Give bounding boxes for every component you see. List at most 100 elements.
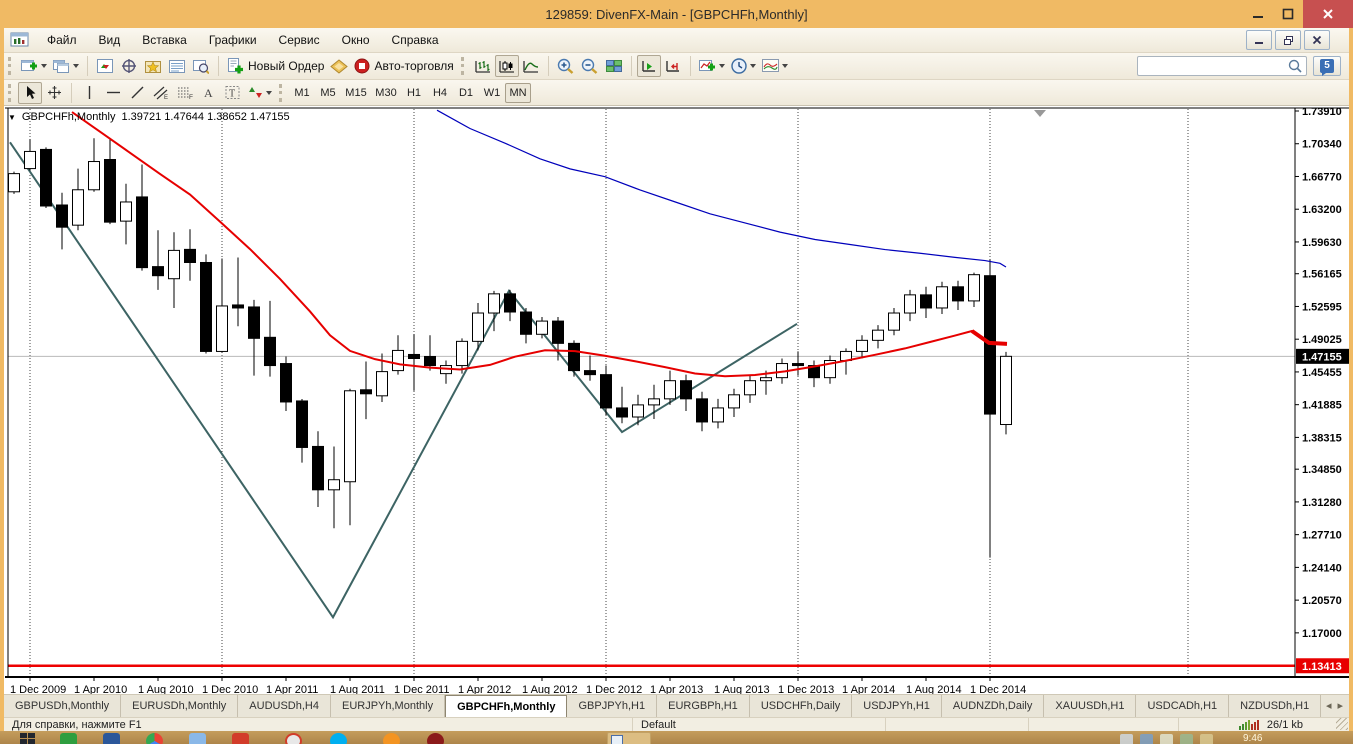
- menu-charts[interactable]: Графики: [198, 29, 268, 51]
- chevron-down-icon[interactable]: ▼: [8, 113, 16, 122]
- autotrading-button[interactable]: Авто-торговля: [351, 55, 456, 77]
- menu-tools[interactable]: Сервис: [268, 29, 331, 51]
- tab-usdcadh-h1[interactable]: USDCADh,H1: [1136, 695, 1230, 717]
- start-button[interactable]: [20, 733, 38, 744]
- taskbar-chrome-icon[interactable]: [146, 733, 163, 744]
- timeframe-h1-button[interactable]: H1: [401, 83, 427, 103]
- tab-usdjpyh-h1[interactable]: USDJPYh,H1: [852, 695, 942, 717]
- tab-gbpjpyh-h1[interactable]: GBPJPYh,H1: [567, 695, 658, 717]
- taskbar-app-icon[interactable]: [383, 733, 400, 744]
- menu-insert[interactable]: Вставка: [131, 29, 198, 51]
- market-watch-button[interactable]: [93, 55, 117, 77]
- menu-window[interactable]: Окно: [331, 29, 381, 51]
- trendline-button[interactable]: [125, 82, 149, 104]
- bar-chart-button[interactable]: [471, 55, 495, 77]
- candlestick-chart-button[interactable]: [494, 55, 519, 77]
- menu-file[interactable]: Файл: [36, 29, 88, 51]
- maximize-button[interactable]: [1273, 0, 1303, 28]
- tray-icon[interactable]: [1160, 734, 1173, 744]
- text-button[interactable]: A: [197, 82, 221, 104]
- strategy-tester-button[interactable]: [189, 55, 213, 77]
- status-connection[interactable]: 26/1 kb: [1179, 718, 1349, 731]
- tab-nzdusdh-h1[interactable]: NZDUSDh,H1: [1229, 695, 1322, 717]
- taskbar-app-icon[interactable]: [60, 733, 77, 744]
- tray-icon[interactable]: [1180, 734, 1193, 744]
- taskbar-yandex-icon[interactable]: [232, 733, 249, 744]
- community-chat-button[interactable]: 5: [1313, 56, 1341, 76]
- status-profile[interactable]: Default: [633, 718, 886, 731]
- terminal-button[interactable]: [165, 55, 189, 77]
- profiles-button[interactable]: [50, 55, 82, 77]
- tile-windows-button[interactable]: [602, 55, 626, 77]
- search-icon[interactable]: [1287, 58, 1303, 74]
- timeframe-m15-button[interactable]: M15: [341, 83, 371, 103]
- timeframe-m30-button[interactable]: M30: [371, 83, 401, 103]
- tab-gbpchfh-monthly[interactable]: GBPCHFh,Monthly: [445, 695, 568, 717]
- menu-view[interactable]: Вид: [88, 29, 132, 51]
- cursor-button[interactable]: [18, 81, 42, 104]
- menu-help[interactable]: Справка: [381, 29, 450, 51]
- tray-icon[interactable]: [1200, 734, 1213, 744]
- new-chart-button[interactable]: [18, 55, 50, 77]
- equidistant-channel-button[interactable]: E: [149, 82, 173, 104]
- tab-audnzdh-daily[interactable]: AUDNZDh,Daily: [942, 695, 1045, 717]
- price-chart[interactable]: 1.73910 1.70340 1.66770 1.63200 1.59630 1.561…: [4, 106, 1349, 694]
- tab-gbpusdh-monthly[interactable]: GBPUSDh,Monthly: [4, 695, 122, 717]
- chart-area[interactable]: 1.73910 1.70340 1.66770 1.63200 1.59630 1.561…: [4, 106, 1349, 694]
- auto-scroll-button[interactable]: [636, 55, 661, 77]
- horizontal-line-button[interactable]: [101, 82, 125, 104]
- taskbar-clock[interactable]: 9:46: [1243, 733, 1262, 744]
- tray-icon[interactable]: [1140, 734, 1153, 744]
- taskbar-browser-icon[interactable]: [285, 733, 302, 744]
- tray-icon[interactable]: [1120, 734, 1133, 744]
- toolbar-grip[interactable]: [8, 83, 13, 102]
- taskbar-skype-icon[interactable]: [330, 733, 347, 744]
- tab-usdchfh-daily[interactable]: USDCHFh,Daily: [750, 695, 853, 717]
- tab-eurusdh-monthly[interactable]: EURUSDh,Monthly: [121, 695, 239, 717]
- indicators-button[interactable]: [696, 55, 728, 77]
- mdi-restore-button[interactable]: [1275, 30, 1301, 50]
- text-label-button[interactable]: T: [221, 82, 245, 104]
- tab-eurgbph-h1[interactable]: EURGBPh,H1: [657, 695, 750, 717]
- os-taskbar[interactable]: 9:46: [0, 731, 1353, 744]
- timeframe-m1-button[interactable]: M1: [289, 83, 315, 103]
- tab-audusdh-h4[interactable]: AUDUSDh,H4: [238, 695, 331, 717]
- toolbar-grip[interactable]: [460, 57, 466, 75]
- fibonacci-button[interactable]: F: [173, 82, 197, 104]
- tab-xauusdh-h1[interactable]: XAUUSDh,H1: [1044, 695, 1137, 717]
- toolbar-grip[interactable]: [279, 83, 284, 102]
- arrows-button[interactable]: [245, 82, 275, 104]
- new-order-button[interactable]: Новый Ордер: [224, 55, 327, 77]
- title-bar[interactable]: 129859: DivenFX-Main - [GBPCHFh,Monthly]: [0, 0, 1353, 28]
- tab-eurjpyh-monthly[interactable]: EURJPYh,Monthly: [331, 695, 446, 717]
- timeframe-d1-button[interactable]: D1: [453, 83, 479, 103]
- taskbar-word-icon[interactable]: [103, 733, 120, 744]
- taskbar-mt4-button[interactable]: [607, 732, 651, 744]
- close-button[interactable]: [1303, 0, 1353, 28]
- taskbar-app-icon[interactable]: [189, 733, 206, 744]
- search-input[interactable]: [1138, 58, 1287, 74]
- tab-scroll-right-icon[interactable]: ▸: [1337, 699, 1343, 712]
- timeframe-mn-button[interactable]: MN: [505, 82, 531, 103]
- navigator-button[interactable]: [141, 55, 165, 77]
- templates-button[interactable]: [759, 55, 791, 77]
- minimize-button[interactable]: [1243, 0, 1273, 28]
- timeframe-w1-button[interactable]: W1: [479, 83, 505, 103]
- vertical-line-button[interactable]: [77, 82, 101, 104]
- data-window-button[interactable]: [117, 55, 141, 77]
- mdi-close-button[interactable]: [1304, 30, 1330, 50]
- zoom-out-button[interactable]: [578, 55, 602, 77]
- metaeditor-button[interactable]: [327, 55, 351, 77]
- periods-button[interactable]: [728, 55, 759, 77]
- tab-scroll-left-icon[interactable]: ◂: [1326, 699, 1332, 712]
- taskbar-opera-icon[interactable]: [427, 733, 444, 744]
- zoom-in-button[interactable]: [554, 55, 578, 77]
- chart-shift-button[interactable]: [661, 55, 685, 77]
- crosshair-button[interactable]: [42, 82, 66, 104]
- resize-grip[interactable]: [1336, 718, 1348, 730]
- timeframe-h4-button[interactable]: H4: [427, 83, 453, 103]
- timeframe-m5-button[interactable]: M5: [315, 83, 341, 103]
- line-chart-button[interactable]: [519, 55, 543, 77]
- mdi-minimize-button[interactable]: [1246, 30, 1272, 50]
- toolbar-grip[interactable]: [8, 57, 13, 75]
